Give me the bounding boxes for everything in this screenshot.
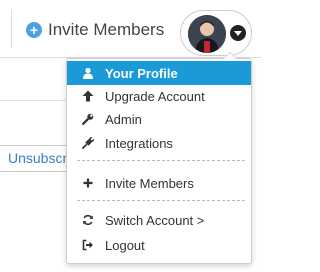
menu-item-integrations[interactable]: Integrations <box>67 131 251 155</box>
menu-item-label: Integrations <box>105 135 173 151</box>
menu-separator <box>77 200 245 201</box>
avatar <box>188 15 226 53</box>
account-dropdown-menu: Your Profile Upgrade Account Admin Integ… <box>66 52 252 264</box>
unsubscribe-label: Unsubscribe <box>8 150 74 166</box>
plug-icon <box>81 136 95 150</box>
menu-item-admin[interactable]: Admin <box>67 107 251 131</box>
menu-item-switch-account[interactable]: Switch Account > <box>67 208 251 232</box>
account-menu-toggle[interactable] <box>180 10 252 56</box>
menu-item-invite-members[interactable]: Invite Members <box>67 171 251 195</box>
menu-item-label: Admin <box>105 111 142 127</box>
invite-members-button[interactable]: + Invite Members <box>26 19 164 41</box>
chevron-down-icon <box>230 25 246 41</box>
menu-item-label: Upgrade Account <box>105 88 205 104</box>
menu-item-upgrade-account[interactable]: Upgrade Account <box>67 84 251 108</box>
unsubscribe-tab[interactable]: Unsubscribe <box>0 145 74 172</box>
menu-separator <box>77 160 245 161</box>
refresh-icon <box>81 213 95 227</box>
content-divider <box>0 100 74 101</box>
wrench-icon <box>81 112 95 126</box>
plus-circle-icon: + <box>26 22 42 38</box>
menu-item-label: Logout <box>105 237 145 253</box>
toolbar-divider <box>11 10 12 48</box>
user-icon <box>81 66 95 80</box>
menu-item-label: Your Profile <box>105 65 178 81</box>
menu-item-logout[interactable]: Logout <box>67 233 251 257</box>
plus-icon <box>81 176 95 190</box>
avatar-image <box>188 15 226 53</box>
arrow-up-icon <box>81 89 95 103</box>
invite-members-label: Invite Members <box>48 20 165 39</box>
menu-item-label: Switch Account > <box>105 212 205 228</box>
top-bar: + Invite Members <box>0 0 261 58</box>
menu-item-your-profile[interactable]: Your Profile <box>67 61 251 85</box>
sign-out-icon <box>81 238 95 252</box>
menu-item-label: Invite Members <box>105 175 194 191</box>
